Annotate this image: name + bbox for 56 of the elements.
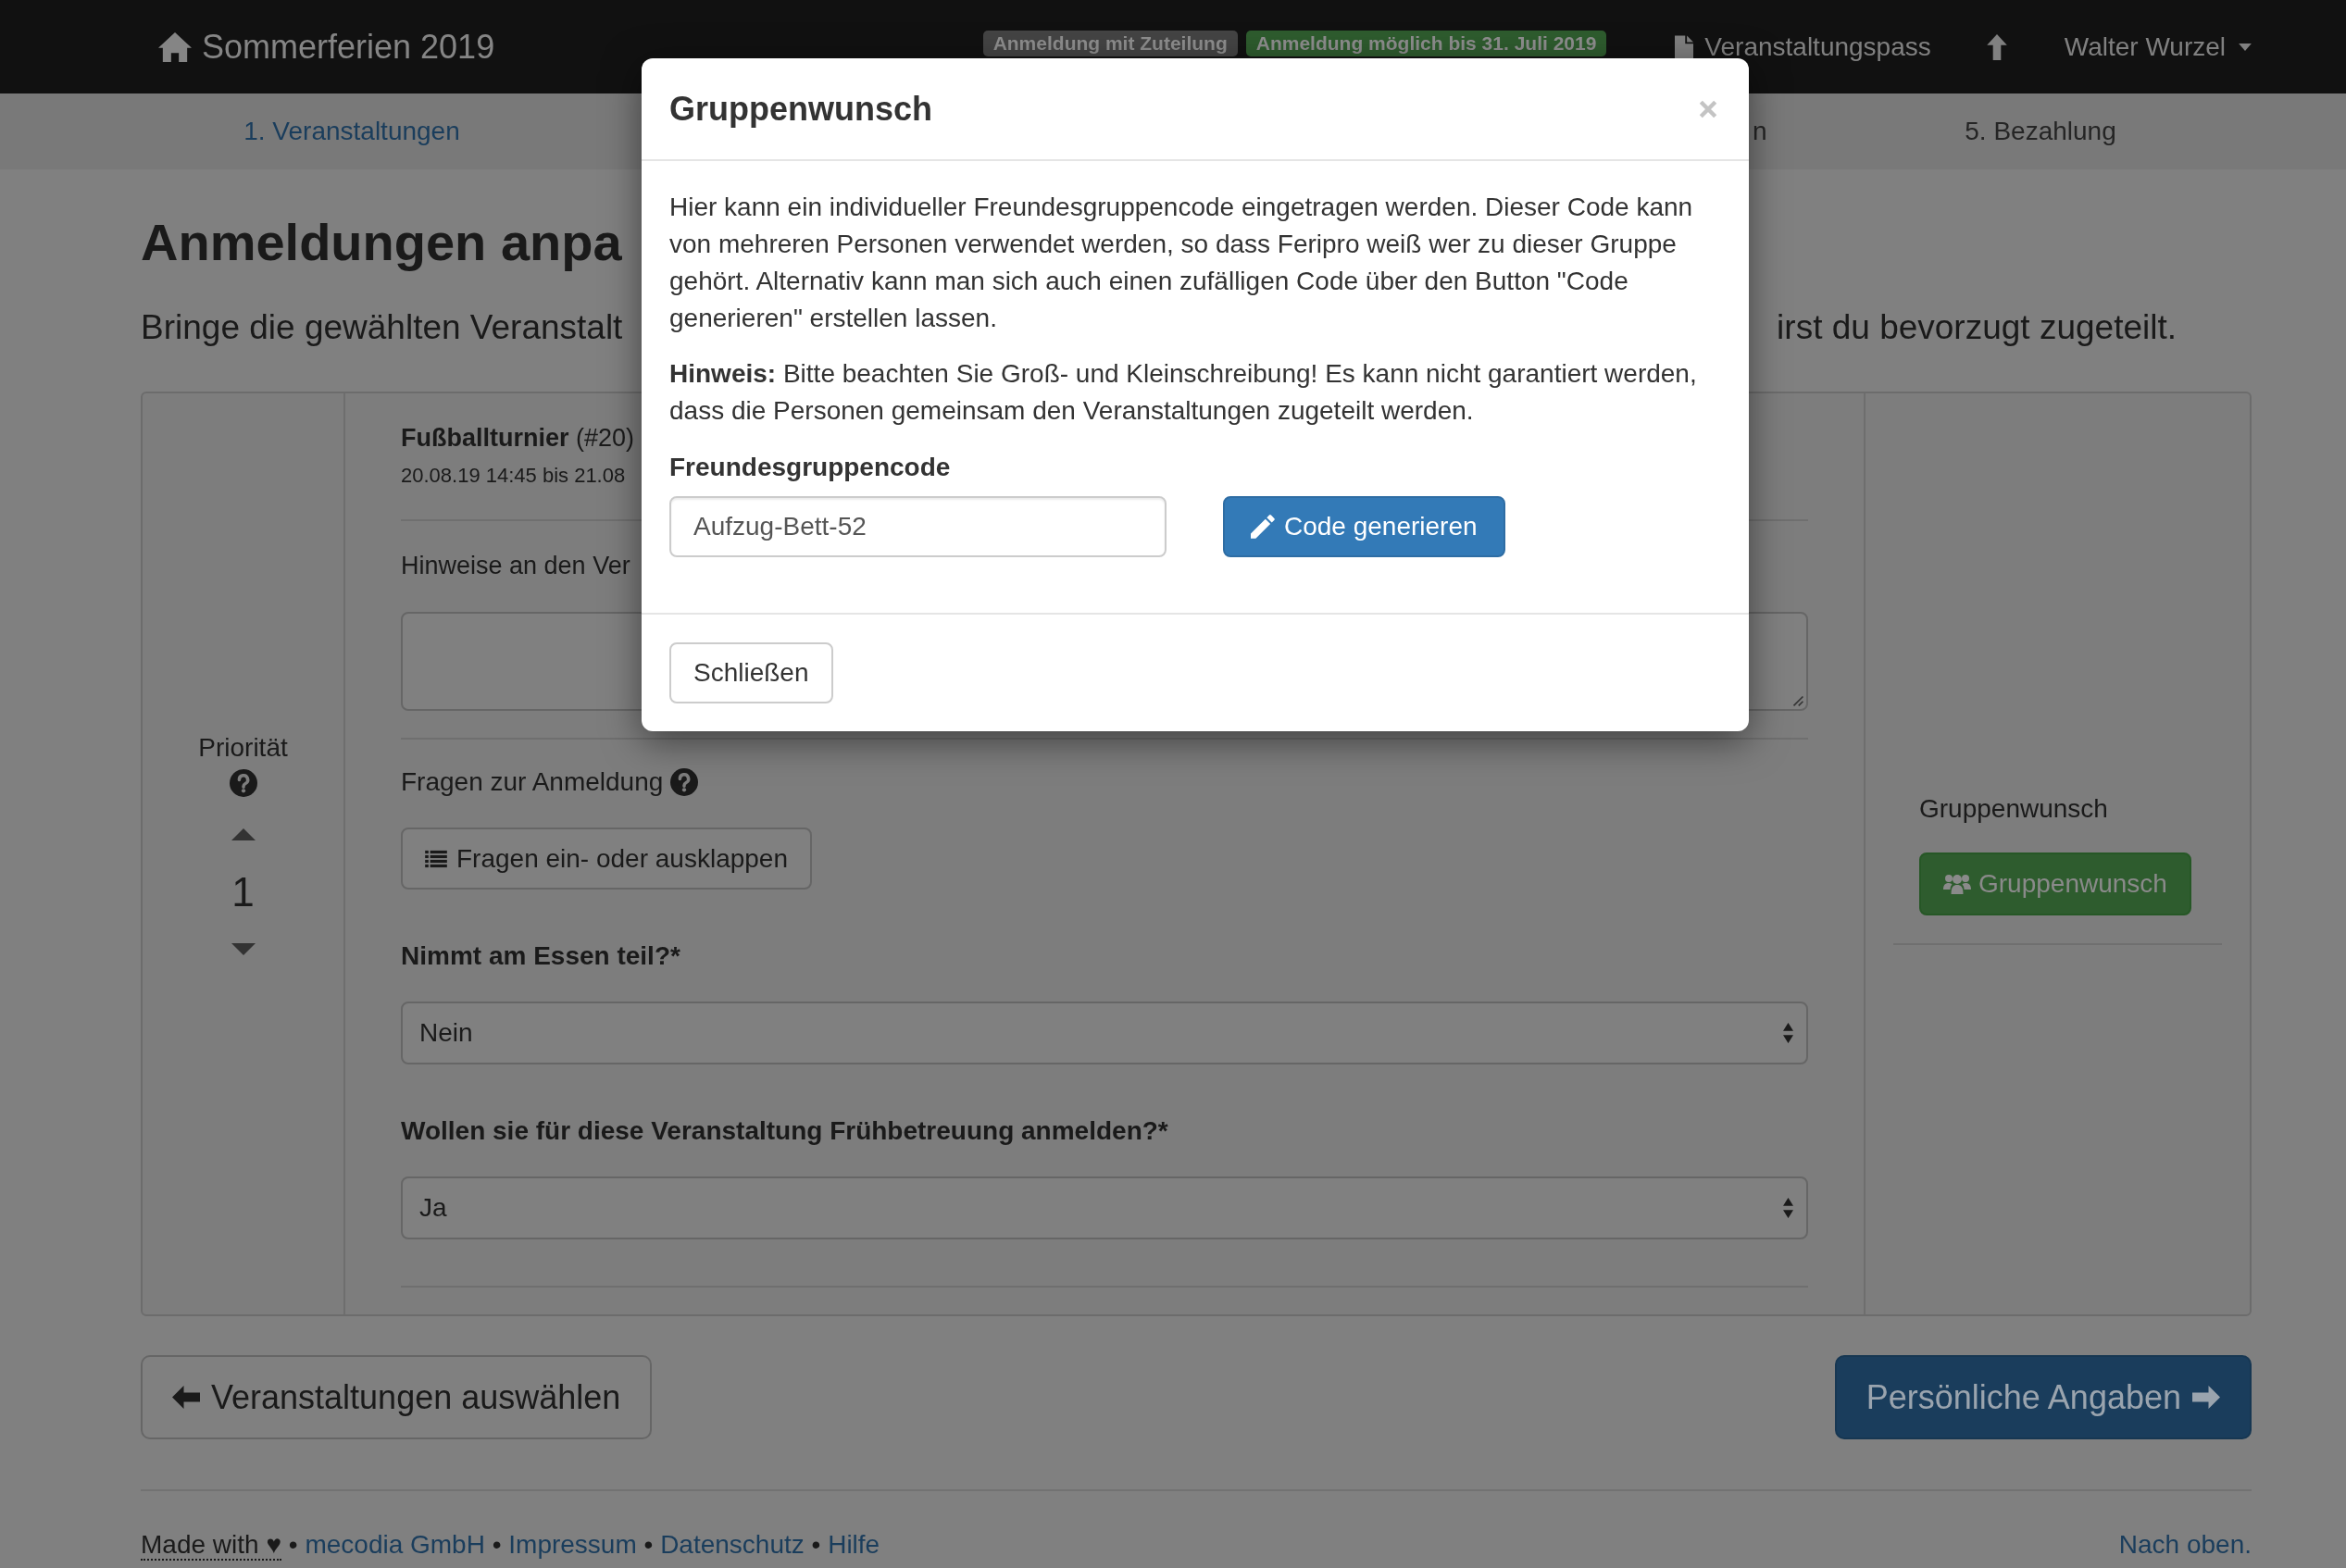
document-icon [1675, 34, 1694, 59]
users-icon [1943, 874, 1971, 894]
modal-title: Gruppenwunsch [669, 89, 932, 130]
event-title: Fußballturnier (#20) [401, 423, 635, 454]
arrow-up-icon[interactable] [1986, 33, 2007, 60]
priority-value: 1 [231, 868, 255, 915]
brand-link[interactable]: Sommerferien 2019 [141, 26, 495, 68]
toggle-button[interactable]: Fragen ein- oder ausklappen [401, 828, 812, 890]
caret-down-icon[interactable] [231, 942, 256, 955]
select-arrows-icon [1783, 1197, 1793, 1219]
help-icon [229, 768, 257, 797]
notes-label: Hinweise an den Ver [401, 551, 630, 581]
select-field[interactable]: Ja [401, 1176, 1808, 1239]
back-button[interactable]: Veranstaltungen auswählen [141, 1355, 653, 1439]
wizard-step[interactable]: n [1753, 113, 1767, 150]
arrow-left-icon [172, 1386, 200, 1409]
pass-link[interactable]: Veranstaltungspass [1675, 28, 1931, 66]
user-menu[interactable]: Walter Wurzel [2064, 28, 2252, 66]
question-label: Wollen sie für diese Veranstaltung Frühbetreuung anmelden?* [401, 1115, 1168, 1147]
select-arrows-icon [1783, 1022, 1793, 1044]
questions-label: Fragen zur Anmeldung [401, 766, 664, 798]
wizard-step[interactable]: 5. Bezahlung [1965, 113, 2116, 150]
priority-label: Priorität [198, 731, 288, 764]
resize-grip-icon [1791, 693, 1803, 706]
select-field[interactable]: Nein [401, 1002, 1808, 1064]
caret-up-icon[interactable] [231, 828, 256, 840]
footer-link[interactable]: Datenschutz [660, 1530, 805, 1559]
event-dates: 20.08.19 14:45 bis 21.08 [401, 463, 626, 489]
lead-text: Bringe die gewählten Veranstalt [141, 307, 623, 348]
status-badge: Anmeldung mit Zuteilung [982, 31, 1238, 56]
list-icon [425, 849, 447, 868]
lead-text: irst du bevorzugt zugeteilt. [1777, 307, 2177, 348]
question-label: Nimmt am Essen teil?* [401, 940, 680, 972]
status-badge: Anmeldung möglich bis 31. Juli 2019 [1245, 31, 1607, 56]
field-label: Freundesgruppencode [669, 452, 951, 483]
footer-link[interactable]: Impressum [508, 1530, 637, 1559]
caret-down-icon [2239, 43, 2252, 51]
group-label: Gruppenwunsch [1919, 793, 2108, 825]
back-to-top-link[interactable]: Nach oben. [2118, 1526, 2252, 1563]
modal-hint: Hinweis: Bitte beachten Sie Groß- und Kleinschreibung! Es kann nicht garantiert werden, dass die Personen gemeinsam den Veranstaltungen zugeteilt werden. [669, 358, 1698, 427]
code-input[interactable]: Aufzug-Bett-52 [669, 496, 1167, 557]
footer-link[interactable]: mecodia GmbH [305, 1530, 485, 1559]
pencil-icon [1251, 515, 1275, 539]
page-title: Anmeldungen anpa [141, 214, 622, 271]
generate-button[interactable]: Code generieren [1223, 496, 1505, 557]
arrow-right-icon [2192, 1386, 2220, 1409]
modal-description: Hier kann ein individueller Freundesgruppencode eingetragen werden. Dieser Code kann von mehreren Personen verwendet werden, so dass Feripro weiß wer zu dieser Gruppe gehört. Alternativ kann man sich auch einen zufälligen Code über den Button "Code generieren" erstellen lassen. [669, 192, 1694, 334]
help-icon [670, 768, 699, 796]
home-icon [158, 31, 192, 62]
close-button[interactable]: Schließen [669, 642, 833, 703]
wizard-step[interactable]: 1. Veranstaltungen [243, 113, 460, 150]
group-button[interactable]: Gruppenwunsch [1919, 852, 2191, 915]
footer-link[interactable]: Hilfe [828, 1530, 880, 1559]
next-button[interactable]: Persönliche Angaben [1834, 1355, 2252, 1439]
close-icon[interactable] [1698, 98, 1718, 119]
footer-text: Made with ♥ • mecodia GmbH • Impressum • Datenschutz • Hilfe [141, 1529, 880, 1562]
